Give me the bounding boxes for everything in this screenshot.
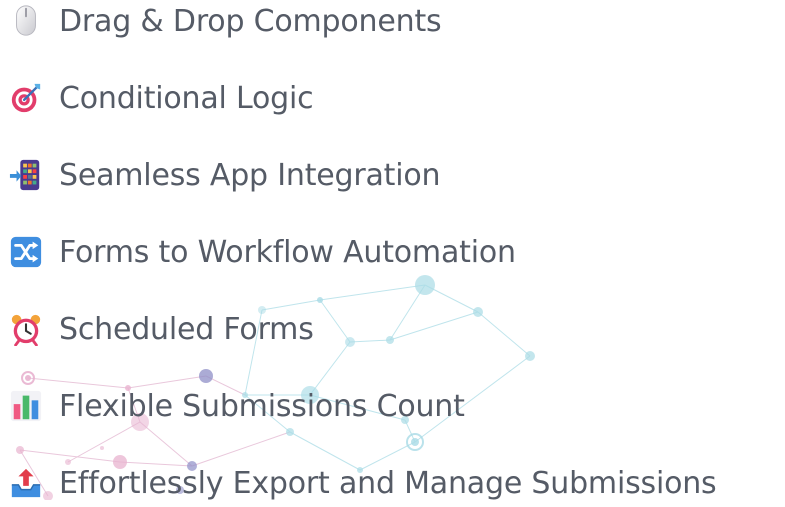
computer-mouse-icon: [16, 5, 36, 36]
feature-item-conditional-logic: Conditional Logic: [0, 74, 314, 122]
feature-label: Scheduled Forms: [59, 311, 314, 347]
feature-item-scheduled-forms: Scheduled Forms: [0, 305, 314, 353]
feature-label: Drag & Drop Components: [59, 3, 442, 39]
feature-label: Conditional Logic: [59, 80, 314, 116]
feature-label: Flexible Submissions Count: [59, 388, 465, 424]
direct-hit-target-icon: [11, 83, 41, 113]
shuffle-tracks-icon: [10, 236, 42, 268]
mobile-phone-with-arrow-icon: [9, 159, 40, 191]
bar-chart-icon: [10, 390, 42, 422]
feature-item-workflow-automation: Forms to Workflow Automation: [0, 228, 516, 276]
feature-label: Forms to Workflow Automation: [59, 234, 516, 270]
feature-label: Seamless App Integration: [59, 157, 441, 193]
feature-item-submissions-count: Flexible Submissions Count: [0, 382, 465, 430]
feature-item-app-integration: Seamless App Integration: [0, 151, 441, 199]
alarm-clock-icon: [11, 314, 41, 346]
feature-item-drag-drop: Drag & Drop Components: [0, 0, 442, 45]
feature-label: Effortlessly Export and Manage Submissio…: [59, 465, 717, 501]
outbox-tray-icon: [11, 468, 41, 498]
